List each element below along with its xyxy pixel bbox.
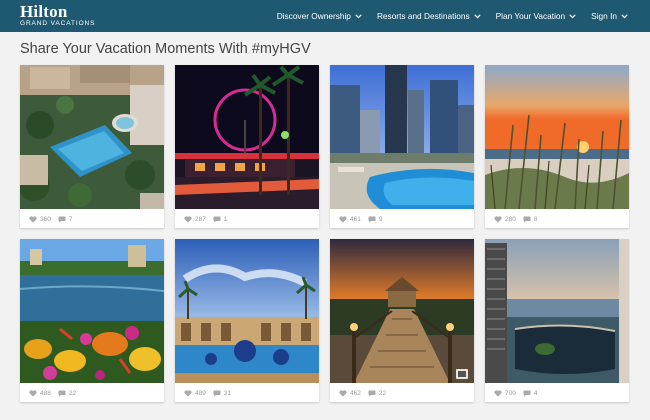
comment-count-value: 4 xyxy=(533,389,538,397)
chevron-down-icon xyxy=(355,13,362,19)
comment-count[interactable]: 4 xyxy=(523,389,538,397)
post-stats: 461 9 xyxy=(339,213,389,225)
post-stats: 280 8 xyxy=(494,213,544,225)
heart-icon xyxy=(184,215,192,223)
fountain-courtyard-photo[interactable] xyxy=(175,239,319,383)
comment-icon xyxy=(213,216,221,223)
nav-label: Sign In xyxy=(591,11,617,21)
comment-icon xyxy=(523,216,531,223)
beach-sunset-photo[interactable] xyxy=(485,65,629,209)
photo-card[interactable]: 489 31 xyxy=(175,239,319,402)
like-count[interactable]: 360 xyxy=(29,216,51,223)
like-count-value: 287 xyxy=(195,215,206,223)
comment-count[interactable]: 1 xyxy=(213,215,228,223)
post-stats: 462 22 xyxy=(339,387,393,399)
comment-count[interactable]: 7 xyxy=(58,215,73,223)
like-count-value: 360 xyxy=(40,215,51,223)
boardwalk-gazebo-photo[interactable] xyxy=(330,239,474,383)
comment-count[interactable]: 22 xyxy=(368,390,386,397)
lake-flowers-photo[interactable] xyxy=(20,239,164,383)
nav-resorts-and-destinations[interactable]: Resorts and Destinations xyxy=(377,11,481,21)
like-count-value: 280 xyxy=(505,215,516,223)
nav-label: Discover Ownership xyxy=(276,11,351,21)
nav-sign-in[interactable]: Sign In xyxy=(591,11,628,21)
photo-card[interactable]: 488 22 xyxy=(20,239,164,402)
heart-icon xyxy=(339,389,347,397)
like-count[interactable]: 287 xyxy=(184,216,206,223)
like-count-value: 489 xyxy=(195,389,206,397)
comment-count-value: 1 xyxy=(223,215,228,223)
heart-icon xyxy=(494,389,502,397)
comment-count-value: 7 xyxy=(68,215,73,223)
nav-label: Plan Your Vacation xyxy=(495,11,566,21)
heart-icon xyxy=(494,215,502,223)
like-count[interactable]: 462 xyxy=(339,390,361,397)
comment-count-value: 31 xyxy=(223,389,232,397)
logo-wordmark: Hilton xyxy=(20,2,68,21)
heart-icon xyxy=(29,215,37,223)
photo-card[interactable]: 461 9 xyxy=(330,65,474,228)
like-count[interactable]: 461 xyxy=(339,216,361,223)
comment-icon xyxy=(368,390,376,397)
comment-icon xyxy=(523,390,531,397)
like-count[interactable]: 488 xyxy=(29,390,51,397)
like-count-value: 488 xyxy=(40,389,51,397)
comment-icon xyxy=(58,216,66,223)
comment-icon xyxy=(213,390,221,397)
heart-icon xyxy=(29,389,37,397)
ocean-pool-tower-photo[interactable] xyxy=(485,239,629,383)
main-menu: Discover Ownership Resorts and Destinati… xyxy=(262,0,628,32)
ferris-wheel-night-photo[interactable] xyxy=(175,65,319,209)
heart-icon xyxy=(339,215,347,223)
photo-card[interactable]: 700 4 xyxy=(485,239,629,402)
hilton-grand-vacations-logo[interactable]: Hilton GRAND VACATIONS xyxy=(20,3,95,28)
comment-count[interactable]: 9 xyxy=(368,215,383,223)
comment-count-value: 9 xyxy=(378,215,383,223)
like-count-value: 461 xyxy=(350,215,361,223)
like-count-value: 462 xyxy=(350,389,361,397)
like-count[interactable]: 280 xyxy=(494,216,516,223)
page-heading: Share Your Vacation Moments With #myHGV xyxy=(20,41,311,57)
post-stats: 287 1 xyxy=(184,213,234,225)
comment-count-value: 22 xyxy=(378,389,387,397)
like-count[interactable]: 489 xyxy=(184,390,206,397)
chevron-down-icon xyxy=(569,13,576,19)
post-stats: 488 22 xyxy=(29,387,83,399)
nav-plan-your-vacation[interactable]: Plan Your Vacation xyxy=(496,11,577,21)
comment-count-value: 8 xyxy=(533,215,538,223)
aerial-pool-photo[interactable] xyxy=(20,65,164,209)
post-stats: 489 31 xyxy=(184,387,238,399)
top-navigation-bar: Hilton GRAND VACATIONS Discover Ownershi… xyxy=(0,0,650,32)
like-count[interactable]: 700 xyxy=(494,390,516,397)
photo-card[interactable]: 462 22 xyxy=(330,239,474,402)
like-count-value: 700 xyxy=(505,389,516,397)
photo-card[interactable]: 280 8 xyxy=(485,65,629,228)
post-stats: 700 4 xyxy=(494,387,544,399)
nav-label: Resorts and Destinations xyxy=(376,11,470,21)
post-stats: 360 7 xyxy=(29,213,79,225)
logo-subtitle: GRAND VACATIONS xyxy=(20,20,96,27)
city-pool-photo[interactable] xyxy=(330,65,474,209)
comment-icon xyxy=(368,216,376,223)
comment-count-value: 22 xyxy=(68,389,77,397)
chevron-down-icon xyxy=(621,13,628,19)
heart-icon xyxy=(184,389,192,397)
nav-discover-ownership[interactable]: Discover Ownership xyxy=(277,11,362,21)
chevron-down-icon xyxy=(474,13,481,19)
photo-card[interactable]: 360 7 xyxy=(20,65,164,228)
comment-count[interactable]: 22 xyxy=(58,390,76,397)
photo-card[interactable]: 287 1 xyxy=(175,65,319,228)
comment-count[interactable]: 31 xyxy=(213,390,231,397)
comment-count[interactable]: 8 xyxy=(523,215,538,223)
comment-icon xyxy=(58,390,66,397)
